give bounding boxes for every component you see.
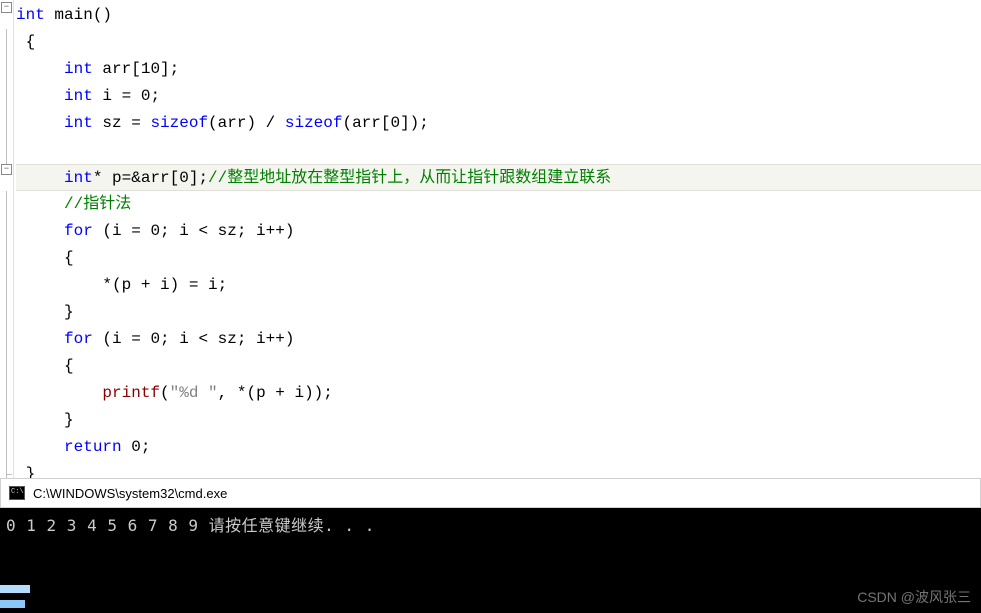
code-line[interactable]: {: [16, 245, 981, 272]
code-line[interactable]: return 0;: [16, 434, 981, 461]
token-plain: (: [160, 384, 170, 402]
code-line[interactable]: }: [16, 407, 981, 434]
code-line[interactable]: int arr[10];: [16, 56, 981, 83]
code-line[interactable]: *(p + i) = i;: [16, 272, 981, 299]
console-body[interactable]: 0 1 2 3 4 5 6 7 8 9 请按任意键继续. . .: [0, 508, 981, 613]
token-plain: arr[10];: [93, 60, 179, 78]
code-line[interactable]: int* p=&arr[0];//整型地址放在整型指针上，从而让指针跟数组建立联…: [16, 164, 981, 191]
token-kw: int: [64, 169, 93, 187]
token-kw: int: [64, 60, 93, 78]
token-plain: (i = 0; i < sz; i++): [93, 330, 295, 348]
code-line[interactable]: //指针法: [16, 191, 981, 218]
token-plain: 0;: [122, 438, 151, 456]
code-line[interactable]: {: [16, 353, 981, 380]
token-plain: (i = 0; i < sz; i++): [93, 222, 295, 240]
token-plain: }: [64, 303, 74, 321]
console-window: C:\WINDOWS\system32\cmd.exe 0 1 2 3 4 5 …: [0, 478, 981, 613]
cmd-icon: [9, 486, 25, 500]
code-line[interactable]: for (i = 0; i < sz; i++): [16, 218, 981, 245]
token-str: "%d ": [170, 384, 218, 402]
token-fn: printf: [102, 384, 160, 402]
token-kw: sizeof: [150, 114, 208, 132]
token-kw: return: [64, 438, 122, 456]
code-line[interactable]: int i = 0;: [16, 83, 981, 110]
code-area[interactable]: int main() { int arr[10]; int i = 0; int…: [14, 0, 981, 478]
token-cmt: //指针法: [64, 195, 131, 213]
token-kw: sizeof: [285, 114, 343, 132]
token-plain: *(p + i) = i;: [102, 276, 227, 294]
console-titlebar[interactable]: C:\WINDOWS\system32\cmd.exe: [0, 478, 981, 508]
code-line[interactable]: printf("%d ", *(p + i));: [16, 380, 981, 407]
code-editor[interactable]: − − int main() { int arr[10]; int i = 0;…: [0, 0, 981, 478]
token-cmt: //整型地址放在整型指针上，从而让指针跟数组建立联系: [208, 169, 611, 187]
token-plain: {: [64, 249, 74, 267]
code-line[interactable]: int sz = sizeof(arr) / sizeof(arr[0]);: [16, 110, 981, 137]
token-plain: i = 0;: [93, 87, 160, 105]
token-plain: sz =: [93, 114, 151, 132]
console-title: C:\WINDOWS\system32\cmd.exe: [33, 486, 227, 501]
token-plain: main(): [45, 6, 112, 24]
token-plain: }: [64, 411, 74, 429]
console-output: 0 1 2 3 4 5 6 7 8 9 请按任意键继续. . .: [6, 512, 975, 536]
token-kw: int: [64, 87, 93, 105]
watermark: CSDN @波风张三: [857, 587, 971, 607]
code-line[interactable]: for (i = 0; i < sz; i++): [16, 326, 981, 353]
code-line[interactable]: int main(): [16, 2, 981, 29]
token-plain: (arr) /: [208, 114, 285, 132]
code-line[interactable]: {: [16, 29, 981, 56]
token-kw: int: [64, 114, 93, 132]
token-plain: (arr[0]);: [342, 114, 428, 132]
token-plain: {: [26, 33, 36, 51]
fold-toggle-icon[interactable]: −: [1, 164, 12, 175]
token-kw: for: [64, 330, 93, 348]
token-kw: int: [16, 6, 45, 24]
code-line[interactable]: }: [16, 299, 981, 326]
fold-gutter: − −: [0, 0, 14, 478]
token-kw: for: [64, 222, 93, 240]
token-plain: {: [64, 357, 74, 375]
code-line[interactable]: [16, 137, 981, 164]
token-plain: , *(p + i));: [218, 384, 333, 402]
fold-toggle-icon[interactable]: −: [1, 2, 12, 13]
token-plain: * p=&arr[0];: [93, 169, 208, 187]
decor-bars: [0, 573, 40, 613]
